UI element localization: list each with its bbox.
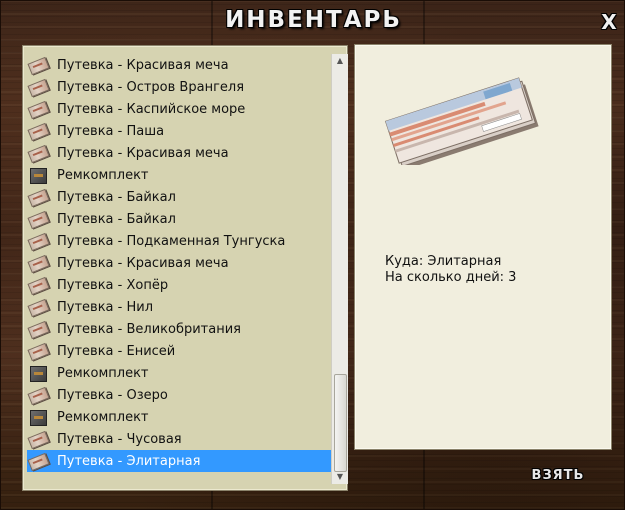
- voucher-icon: [27, 232, 50, 252]
- repair-kit-icon: [28, 365, 48, 382]
- scroll-down-arrow-icon[interactable]: ▼: [332, 470, 348, 484]
- inventory-item[interactable]: Путевка - Озеро: [27, 384, 331, 406]
- close-button[interactable]: X: [598, 10, 620, 34]
- inventory-item[interactable]: Путевка - Подкаменная Тунгуска: [27, 230, 331, 252]
- voucher-icon: [27, 210, 50, 230]
- inventory-item-label: Путевка - Байкал: [57, 189, 176, 205]
- inventory-item[interactable]: Путевка - Каспийское море: [27, 98, 331, 120]
- inventory-item-label: Путевка - Красивая меча: [57, 57, 229, 73]
- inventory-item[interactable]: Путевка - Нил: [27, 296, 331, 318]
- voucher-icon: [27, 56, 50, 76]
- inventory-item-label: Путевка - Красивая меча: [57, 145, 229, 161]
- inventory-item-label: Путевка - Красивая меча: [57, 255, 229, 271]
- item-days: На сколько дней: 3: [385, 270, 517, 285]
- inventory-item-label: Путевка - Хопёр: [57, 277, 169, 293]
- inventory-item[interactable]: Путевка - Чусовая: [27, 428, 331, 450]
- inventory-item-label: Ремкомплект: [57, 365, 149, 381]
- inventory-item-label: Ремкомплект: [57, 167, 149, 183]
- voucher-icon: [27, 78, 50, 98]
- scroll-up-arrow-icon[interactable]: ▲: [332, 54, 348, 68]
- inventory-item-label: Путевка - Чусовая: [57, 431, 182, 447]
- item-detail-panel: Куда: Элитарная На сколько дней: 3: [354, 44, 612, 450]
- inventory-item[interactable]: Путевка - Байкал: [27, 208, 331, 230]
- inventory-item[interactable]: Путевка - Паша: [27, 120, 331, 142]
- take-button[interactable]: ВЗЯТЬ: [523, 468, 593, 488]
- voucher-icon: [27, 188, 50, 208]
- inventory-item[interactable]: Путевка - Красивая меча: [27, 252, 331, 274]
- inventory-item[interactable]: Путевка - Енисей: [27, 340, 331, 362]
- inventory-item[interactable]: Путевка - Великобритания: [27, 318, 331, 340]
- item-destination: Куда: Элитарная: [385, 254, 502, 269]
- voucher-icon: [27, 320, 50, 340]
- inventory-item-label: Путевка - Паша: [57, 123, 165, 139]
- inventory-item[interactable]: Путевка - Элитарная: [27, 450, 331, 472]
- item-info: Куда: Элитарная На сколько дней: 3: [385, 254, 516, 286]
- inventory-item-label: Путевка - Байкал: [57, 211, 176, 227]
- inventory-item-label: Путевка - Остров Врангеля: [57, 79, 245, 95]
- inventory-item[interactable]: Путевка - Байкал: [27, 186, 331, 208]
- inventory-item[interactable]: Путевка - Хопёр: [27, 274, 331, 296]
- inventory-item-label: Путевка - Нил: [57, 299, 154, 315]
- inventory-item-label: Путевка - Озеро: [57, 387, 168, 403]
- inventory-item-label: Путевка - Енисей: [57, 343, 176, 359]
- inventory-item[interactable]: Путевка - Красивая меча: [27, 54, 331, 76]
- voucher-icon: [27, 386, 50, 406]
- voucher-icon: [27, 452, 50, 472]
- inventory-list: Путевка - Красивая меча Путевка - Остров …: [27, 54, 331, 472]
- voucher-icon: [27, 122, 50, 142]
- inventory-window: ИНВЕНТАРЬ X Путевка - Красивая меча Путев…: [0, 0, 625, 510]
- list-scrollbar[interactable]: ▲ ▼: [331, 54, 348, 484]
- inventory-item[interactable]: Путевка - Остров Врангеля: [27, 76, 331, 98]
- inventory-item[interactable]: Путевка - Красивая меча: [27, 142, 331, 164]
- repair-kit-icon: [28, 167, 48, 184]
- repair-kit-icon: [28, 409, 48, 426]
- inventory-item-label: Ремкомплект: [57, 409, 149, 425]
- voucher-icon: [27, 276, 50, 296]
- inventory-item[interactable]: Ремкомплект: [27, 406, 331, 428]
- inventory-item-label: Путевка - Каспийское море: [57, 101, 246, 117]
- inventory-item-label: Путевка - Элитарная: [57, 453, 201, 469]
- scrollbar-thumb[interactable]: [334, 374, 347, 472]
- voucher-ticket-image: [384, 77, 539, 165]
- inventory-item[interactable]: Ремкомплект: [27, 362, 331, 384]
- inventory-list-panel: Путевка - Красивая меча Путевка - Остров …: [22, 45, 348, 491]
- voucher-icon: [27, 298, 50, 318]
- window-title: ИНВЕНТАРЬ: [225, 7, 402, 33]
- inventory-item-label: Путевка - Великобритания: [57, 321, 241, 337]
- voucher-icon: [27, 254, 50, 274]
- voucher-icon: [27, 342, 50, 362]
- voucher-icon: [27, 430, 50, 450]
- inventory-item-label: Путевка - Подкаменная Тунгуска: [57, 233, 286, 249]
- voucher-icon: [27, 144, 50, 164]
- inventory-item[interactable]: Ремкомплект: [27, 164, 331, 186]
- voucher-icon: [27, 100, 50, 120]
